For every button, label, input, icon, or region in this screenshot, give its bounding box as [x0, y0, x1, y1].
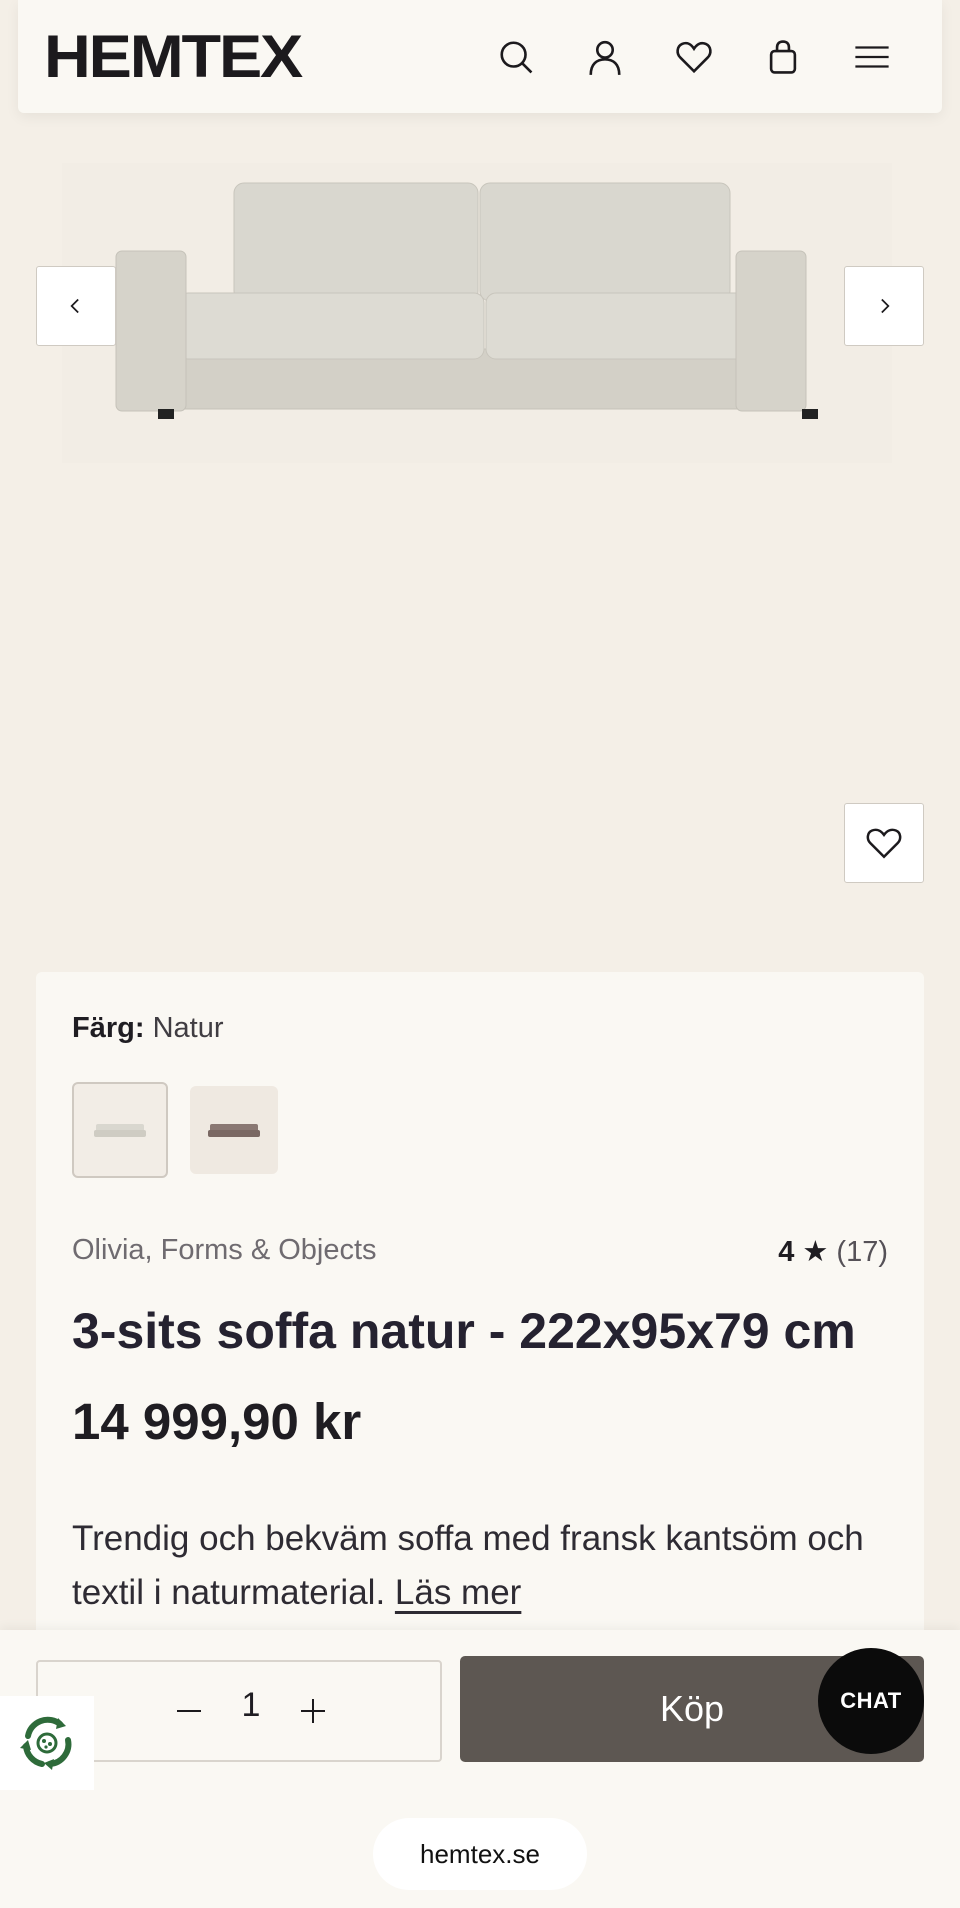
- rating-count: (17): [836, 1236, 888, 1268]
- color-selection-label: Färg: Natur: [72, 1012, 223, 1045]
- wishlist-icon[interactable]: [649, 27, 738, 87]
- site-header: HEMTEX: [18, 0, 942, 113]
- brand-name[interactable]: Olivia, Forms & Objects: [72, 1234, 377, 1267]
- swatch-brown[interactable]: [190, 1086, 278, 1174]
- eco-badge[interactable]: [0, 1696, 94, 1790]
- color-value: Natur: [152, 1012, 224, 1044]
- next-image-button[interactable]: [844, 266, 924, 346]
- swatch-natur[interactable]: [72, 1082, 168, 1178]
- product-price: 14 999,90 kr: [72, 1393, 362, 1450]
- search-icon[interactable]: [471, 27, 560, 87]
- star-icon: ★: [802, 1236, 829, 1268]
- minus-icon: [177, 1710, 201, 1712]
- decrease-quantity-button[interactable]: [154, 1676, 224, 1746]
- favorite-button[interactable]: [844, 803, 924, 883]
- product-gallery: [0, 113, 960, 955]
- quantity-stepper: 1: [36, 1660, 442, 1762]
- browser-url-pill[interactable]: hemtex.se: [373, 1818, 587, 1890]
- product-rating[interactable]: 4 ★ (17): [778, 1234, 888, 1269]
- product-image: [62, 163, 892, 463]
- header-icons: [471, 27, 916, 87]
- product-description: Trendig och bekväm soffa med fransk kant…: [72, 1512, 892, 1620]
- quantity-value[interactable]: 1: [224, 1686, 278, 1725]
- rating-value: 4: [778, 1236, 795, 1268]
- bag-icon[interactable]: [738, 27, 827, 87]
- product-info-card: Färg: Natur Olivia, Forms & Objects 4 ★ …: [36, 972, 924, 1692]
- chat-button[interactable]: CHAT: [818, 1648, 924, 1754]
- menu-icon[interactable]: [827, 27, 916, 87]
- heart-icon: [866, 828, 902, 859]
- prev-image-button[interactable]: [36, 266, 116, 346]
- chevron-left-icon: [70, 298, 79, 314]
- recycle-icon: [20, 1716, 72, 1770]
- product-title: 3-sits soffa natur - 222x95x79 cm: [72, 1303, 856, 1359]
- chevron-right-icon: [881, 298, 890, 314]
- plus-icon: [301, 1699, 325, 1723]
- color-label: Färg:: [72, 1012, 145, 1044]
- increase-quantity-button[interactable]: [278, 1676, 348, 1746]
- read-more-link[interactable]: Läs mer: [395, 1573, 521, 1612]
- buy-bar: 1 Köp CHAT hemtex.se: [0, 1630, 960, 1908]
- hemtex-logo[interactable]: HEMTEX: [44, 22, 303, 91]
- account-icon[interactable]: [560, 27, 649, 87]
- color-swatches: [72, 1082, 278, 1178]
